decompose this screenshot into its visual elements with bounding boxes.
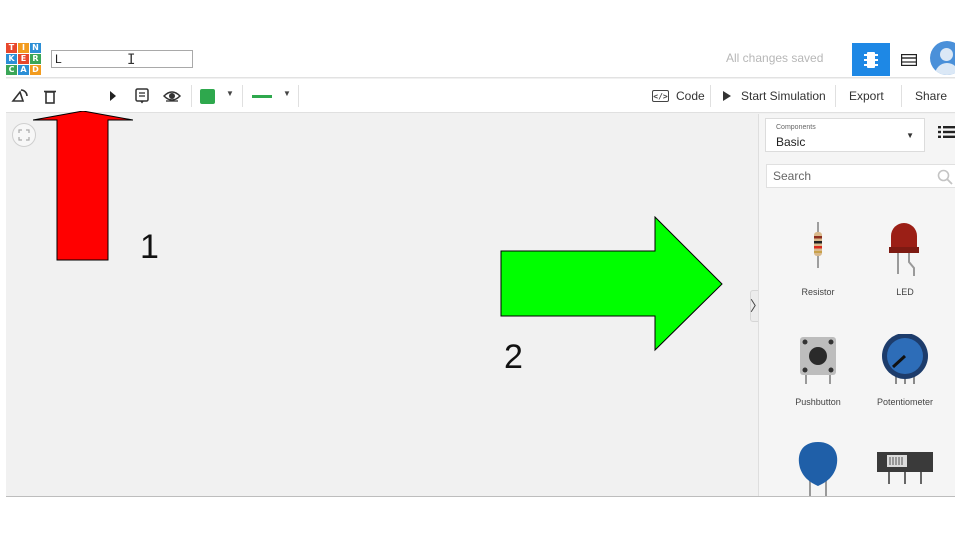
- annotation-number: 2: [504, 338, 523, 376]
- start-simulation-label: Start Simulation: [741, 89, 826, 103]
- annotation-arrow-up-icon: [33, 111, 133, 261]
- logo-letter: N: [30, 43, 41, 53]
- toolbar-divider: [242, 85, 243, 107]
- component-list-view-button[interactable]: [892, 43, 926, 76]
- user-avatar[interactable]: [930, 41, 955, 75]
- code-icon: </>: [652, 90, 669, 102]
- component-led[interactable]: LED: [860, 222, 950, 302]
- toolbar-divider: [298, 85, 299, 107]
- rotate-icon: [11, 89, 28, 102]
- wire-color-picker[interactable]: [200, 89, 215, 104]
- logo-letter: K: [6, 54, 17, 64]
- avatar-head: [940, 48, 953, 61]
- capacitor-icon: [798, 442, 838, 496]
- chevron-down-icon: ▼: [906, 131, 914, 140]
- component-potentiometer[interactable]: Potentiometer: [860, 334, 950, 414]
- components-category-select[interactable]: Components Basic ▼: [765, 118, 925, 152]
- logo-letter: A: [18, 65, 29, 75]
- delete-button[interactable]: [41, 87, 59, 105]
- tinkercad-app: T I N K E R C A D I All changes saved: [6, 38, 955, 497]
- avatar-body: [935, 63, 955, 75]
- toolbar-divider: [901, 85, 902, 107]
- code-button[interactable]: </> Code: [646, 84, 711, 108]
- toolbar-divider: [710, 85, 711, 107]
- trash-icon: [44, 90, 56, 104]
- potentiometer-icon: [882, 334, 928, 384]
- notes-button[interactable]: [133, 87, 151, 105]
- circuit-view-button[interactable]: [852, 43, 890, 76]
- resistor-icon: [814, 222, 822, 268]
- logo-letter: I: [18, 43, 29, 53]
- color-caret-icon[interactable]: ▼: [226, 89, 234, 98]
- eye-icon: [163, 91, 181, 102]
- wire-type-picker[interactable]: [252, 95, 272, 98]
- toggle-notes-visibility-button[interactable]: [163, 87, 181, 105]
- screenshot-stage: T I N K E R C A D I All changes saved: [0, 0, 960, 540]
- component-label: Potentiometer: [876, 397, 934, 407]
- component-label: Pushbutton: [795, 397, 841, 407]
- component-slide-switch[interactable]: [860, 440, 950, 496]
- design-title-input[interactable]: [51, 50, 193, 68]
- tinkercad-logo[interactable]: T I N K E R C A D: [6, 43, 42, 75]
- start-simulation-button[interactable]: Start Simulation: [717, 84, 832, 108]
- notes-icon: [135, 88, 149, 104]
- wire-caret-icon[interactable]: ▼: [283, 89, 291, 98]
- led-icon: [889, 223, 919, 276]
- list-view-button[interactable]: [938, 125, 955, 141]
- components-select-value: Basic: [776, 135, 806, 149]
- toolbar-divider: [835, 85, 836, 107]
- component-label: Resistor: [801, 287, 835, 297]
- save-status: All changes saved: [726, 51, 824, 65]
- redo-icon: [110, 91, 116, 101]
- component-label: LED: [896, 287, 914, 297]
- toolbar-divider: [191, 85, 192, 107]
- component-search: [766, 164, 955, 188]
- slideswitch-icon: [877, 452, 933, 484]
- code-label: Code: [676, 89, 705, 103]
- top-bar: T I N K E R C A D I All changes saved: [6, 38, 955, 78]
- logo-letter: E: [18, 54, 29, 64]
- search-icon[interactable]: [937, 169, 953, 185]
- logo-letter: T: [6, 43, 17, 53]
- rotate-button[interactable]: [11, 87, 29, 105]
- share-button[interactable]: Share: [909, 84, 953, 108]
- annotation-arrow-right-icon: [500, 216, 723, 352]
- logo-letter: D: [30, 65, 41, 75]
- annotation-number: 1: [140, 228, 159, 266]
- text-cursor-icon: I: [127, 52, 136, 68]
- export-button[interactable]: Export: [843, 84, 890, 108]
- component-capacitor[interactable]: [773, 440, 863, 496]
- fit-view-icon: [18, 129, 30, 141]
- logo-letter: C: [6, 65, 17, 75]
- chip-icon: [864, 51, 878, 68]
- component-pushbutton[interactable]: Pushbutton: [773, 334, 863, 414]
- redo-button[interactable]: [103, 87, 121, 105]
- list-icon: [938, 126, 955, 138]
- play-icon: [723, 91, 731, 101]
- table-icon: [901, 53, 917, 66]
- editor-toolbar: ▼ ▼ </> Code Start Simulation Export Sha…: [6, 79, 955, 113]
- search-input[interactable]: [767, 165, 927, 187]
- components-select-label: Components: [776, 124, 816, 131]
- component-resistor[interactable]: Resistor: [773, 222, 863, 302]
- components-panel: Components Basic ▼ Search Resistor LED P…: [758, 114, 955, 496]
- pushbutton-icon: [800, 337, 836, 384]
- logo-letter: R: [30, 54, 41, 64]
